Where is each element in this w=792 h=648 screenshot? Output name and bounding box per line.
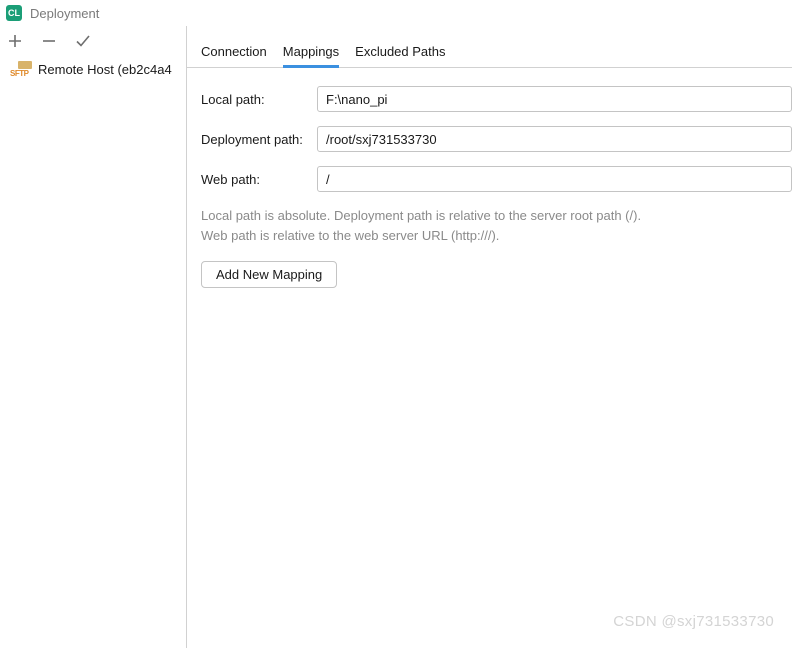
plus-icon [8,34,22,48]
add-button[interactable] [6,32,24,50]
tab-label: Connection [201,44,267,59]
sftp-icon: SFTP [10,61,34,77]
deployment-path-row: Deployment path: [201,126,792,152]
sidebar-toolbar [0,26,186,58]
help-text: Local path is absolute. Deployment path … [201,206,792,245]
web-path-input[interactable] [317,166,792,192]
main-layout: SFTP Remote Host (eb2c4a4 Connection Map… [0,26,792,648]
window-header: CL Deployment [0,0,792,26]
app-icon-text: CL [8,8,20,18]
check-icon [75,33,91,49]
apply-button[interactable] [74,32,92,50]
tab-label: Excluded Paths [355,44,445,59]
web-path-label: Web path: [201,172,317,187]
tree-item-remote-host[interactable]: SFTP Remote Host (eb2c4a4 [0,58,186,80]
deployment-path-label: Deployment path: [201,132,317,147]
deployment-path-input[interactable] [317,126,792,152]
content-panel: Connection Mappings Excluded Paths Local… [186,26,792,648]
remove-button[interactable] [40,32,58,50]
local-path-input[interactable] [317,86,792,112]
tree-item-label: Remote Host (eb2c4a4 [38,62,172,77]
mappings-form: Local path: Deployment path: Web path: L… [187,68,792,288]
sidebar: SFTP Remote Host (eb2c4a4 [0,26,186,648]
deployment-tree: SFTP Remote Host (eb2c4a4 [0,58,186,648]
local-path-row: Local path: [201,86,792,112]
app-icon: CL [6,5,22,21]
page-title: Deployment [30,6,99,21]
tabs: Connection Mappings Excluded Paths [187,26,792,68]
tab-mappings[interactable]: Mappings [283,44,339,67]
minus-icon [42,34,56,48]
tab-excluded-paths[interactable]: Excluded Paths [355,44,445,67]
add-new-mapping-button[interactable]: Add New Mapping [201,261,337,288]
web-path-row: Web path: [201,166,792,192]
help-line-2: Web path is relative to the web server U… [201,226,792,246]
help-line-1: Local path is absolute. Deployment path … [201,206,792,226]
tab-connection[interactable]: Connection [201,44,267,67]
local-path-label: Local path: [201,92,317,107]
tab-label: Mappings [283,44,339,59]
